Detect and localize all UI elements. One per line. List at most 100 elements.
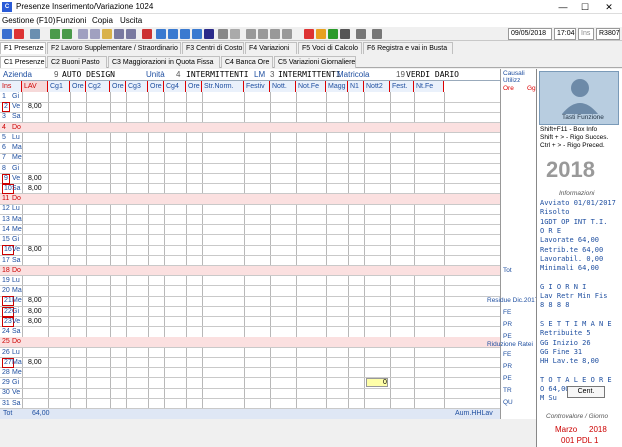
settings-icon[interactable] [230, 29, 240, 39]
day-row[interactable]: 10 Sa 8,00 [0, 183, 500, 195]
disk-icon[interactable] [204, 29, 214, 39]
info-icon[interactable] [246, 29, 256, 39]
dipendente-number[interactable]: 19 [396, 70, 405, 80]
day-row[interactable]: 13 Ma [0, 215, 500, 226]
lav-hours[interactable]: 8,00 [28, 296, 42, 306]
menu-uscita[interactable]: Uscita [120, 16, 142, 25]
day-row[interactable]: 30 Ve [0, 388, 500, 399]
lav-hours[interactable]: 8,00 [28, 307, 42, 317]
lock-icon[interactable] [270, 29, 280, 39]
day-row[interactable]: 24 Sa [0, 327, 500, 338]
calc-icon[interactable] [114, 29, 124, 39]
day-row[interactable]: 28 Me [0, 368, 500, 379]
day-row[interactable]: 26 Lu [0, 348, 500, 358]
menu-funzioni[interactable]: Funzioni [56, 16, 86, 25]
menu-copia[interactable]: Copia [92, 16, 113, 25]
key-icon[interactable] [316, 29, 326, 39]
tab-voci-calcolo[interactable]: F5 Voci di Calcolo [298, 42, 362, 54]
day-row[interactable]: 2 Ve 8,00 [0, 102, 500, 113]
palette-icon[interactable] [304, 29, 314, 39]
maximize-button[interactable]: ☐ [574, 0, 596, 14]
azienda-name[interactable]: AUTO DESIGN [62, 70, 115, 80]
attach-icon[interactable] [340, 29, 350, 39]
day-row[interactable]: 6 Ma [0, 143, 500, 154]
day-row[interactable]: 16 Ve 8,00 [0, 245, 500, 256]
save-icon[interactable] [2, 29, 12, 39]
unita-number[interactable]: 4 [176, 70, 180, 80]
day-row[interactable]: 4 Do [0, 122, 500, 134]
day-row[interactable]: 19 Lu [0, 276, 500, 287]
lav-hours[interactable]: 8,00 [28, 102, 42, 112]
grid-icon[interactable] [168, 29, 178, 39]
day-row[interactable]: 25 Do [0, 337, 500, 348]
tab-variazioni-giornaliere[interactable]: C5 Variazioni Giornaliere [274, 56, 356, 68]
matricola-group[interactable]: INTERMITTENTI [278, 70, 341, 80]
day-row[interactable]: 23 Ve 8,00 [0, 316, 500, 328]
day-row[interactable]: 29 Gi 0 [0, 378, 500, 389]
tasti-funzione-box[interactable]: Tasti Funzione [539, 71, 619, 125]
tab-banca-ore[interactable]: C4 Banca Ore [221, 56, 273, 68]
day-row[interactable]: 5 Lu [0, 133, 500, 144]
tab-lavoro-supplementare[interactable]: F2 Lavoro Supplementare / Straordinario [47, 42, 181, 54]
tab-registra[interactable]: F6 Registra e vai in Busta [363, 42, 453, 54]
tab-buoni-pasto[interactable]: C2 Buoni Pasto [47, 56, 107, 68]
day-row[interactable]: 12 Lu [0, 204, 500, 215]
help-icon[interactable] [258, 29, 268, 39]
day-row[interactable]: 8 Gi [0, 164, 500, 175]
filter-icon[interactable] [282, 29, 292, 39]
lav-hours[interactable]: 8,00 [28, 245, 42, 255]
next-icon[interactable] [62, 29, 72, 39]
dipendente-name[interactable]: VERDI DARIO [406, 70, 459, 80]
cent-button[interactable]: Cent. [567, 386, 605, 398]
azienda-number[interactable]: 9 [54, 70, 58, 80]
day-row[interactable]: 27 Ma 8,00 [0, 357, 500, 369]
undo-icon[interactable] [142, 29, 152, 39]
tab-maggiorazioni[interactable]: C3 Maggiorazioni in Quota Fissa [108, 56, 220, 68]
day-row[interactable]: 1 Gi [0, 92, 500, 103]
tools-icon[interactable] [218, 29, 228, 39]
day-row[interactable]: 7 Me [0, 153, 500, 164]
lav-hours[interactable]: 8,00 [28, 174, 42, 184]
tab-presenze[interactable]: F1 Presenze [0, 42, 46, 54]
print-icon[interactable] [30, 29, 40, 39]
lav-hours[interactable]: 8,00 [28, 358, 42, 368]
day-number: 13 [2, 215, 10, 223]
lav-hours[interactable]: 8,00 [28, 184, 42, 194]
close-button[interactable]: ✕ [598, 0, 620, 14]
find-icon[interactable] [102, 29, 112, 39]
tab-c1-presenze[interactable]: C1 Presenze [0, 56, 46, 68]
tab-variazioni[interactable]: F4 Variazioni [245, 42, 297, 54]
time-field: 17:04 [554, 28, 576, 40]
day-row[interactable]: 20 Ma [0, 286, 500, 297]
refresh-icon[interactable] [156, 29, 166, 39]
copy-icon[interactable] [78, 29, 88, 39]
day-row[interactable]: 14 Me [0, 225, 500, 236]
paste-icon[interactable] [90, 29, 100, 39]
minimize-button[interactable]: — [552, 0, 574, 14]
list-icon[interactable] [180, 29, 190, 39]
calendar-icon[interactable] [126, 29, 136, 39]
day-row[interactable]: 31 Sa [0, 399, 500, 409]
unita-name[interactable]: INTERMITTENTI [186, 70, 249, 80]
square-icon[interactable] [372, 29, 382, 39]
active-cell[interactable]: 0 [366, 378, 388, 388]
aum-hhlav: Aum.HHLav [455, 410, 493, 417]
col-header: Magg [326, 81, 348, 92]
day-row[interactable]: 9 Ve 8,00 [0, 173, 500, 185]
prev-icon[interactable] [50, 29, 60, 39]
day-row[interactable]: 18 Do [0, 265, 500, 277]
day-row[interactable]: 3 Sa [0, 112, 500, 123]
tab-centri-costo[interactable]: F3 Centri di Costo [182, 42, 244, 54]
day-row[interactable]: 21 Me 8,00 [0, 296, 500, 307]
ok-icon[interactable] [328, 29, 338, 39]
menu-gestione[interactable]: Gestione (F10) [2, 16, 55, 25]
chart-icon[interactable] [192, 29, 202, 39]
day-row[interactable]: 22 Gi 8,00 [0, 306, 500, 318]
day-row[interactable]: 15 Gi [0, 235, 500, 246]
close-icon[interactable] [14, 29, 24, 39]
day-row[interactable]: 17 Sa [0, 256, 500, 267]
stop-icon[interactable] [356, 29, 366, 39]
day-row[interactable]: 11 Do [0, 194, 500, 205]
lav-hours[interactable]: 8,00 [28, 317, 42, 327]
matricola-number[interactable]: 3 [270, 70, 274, 80]
